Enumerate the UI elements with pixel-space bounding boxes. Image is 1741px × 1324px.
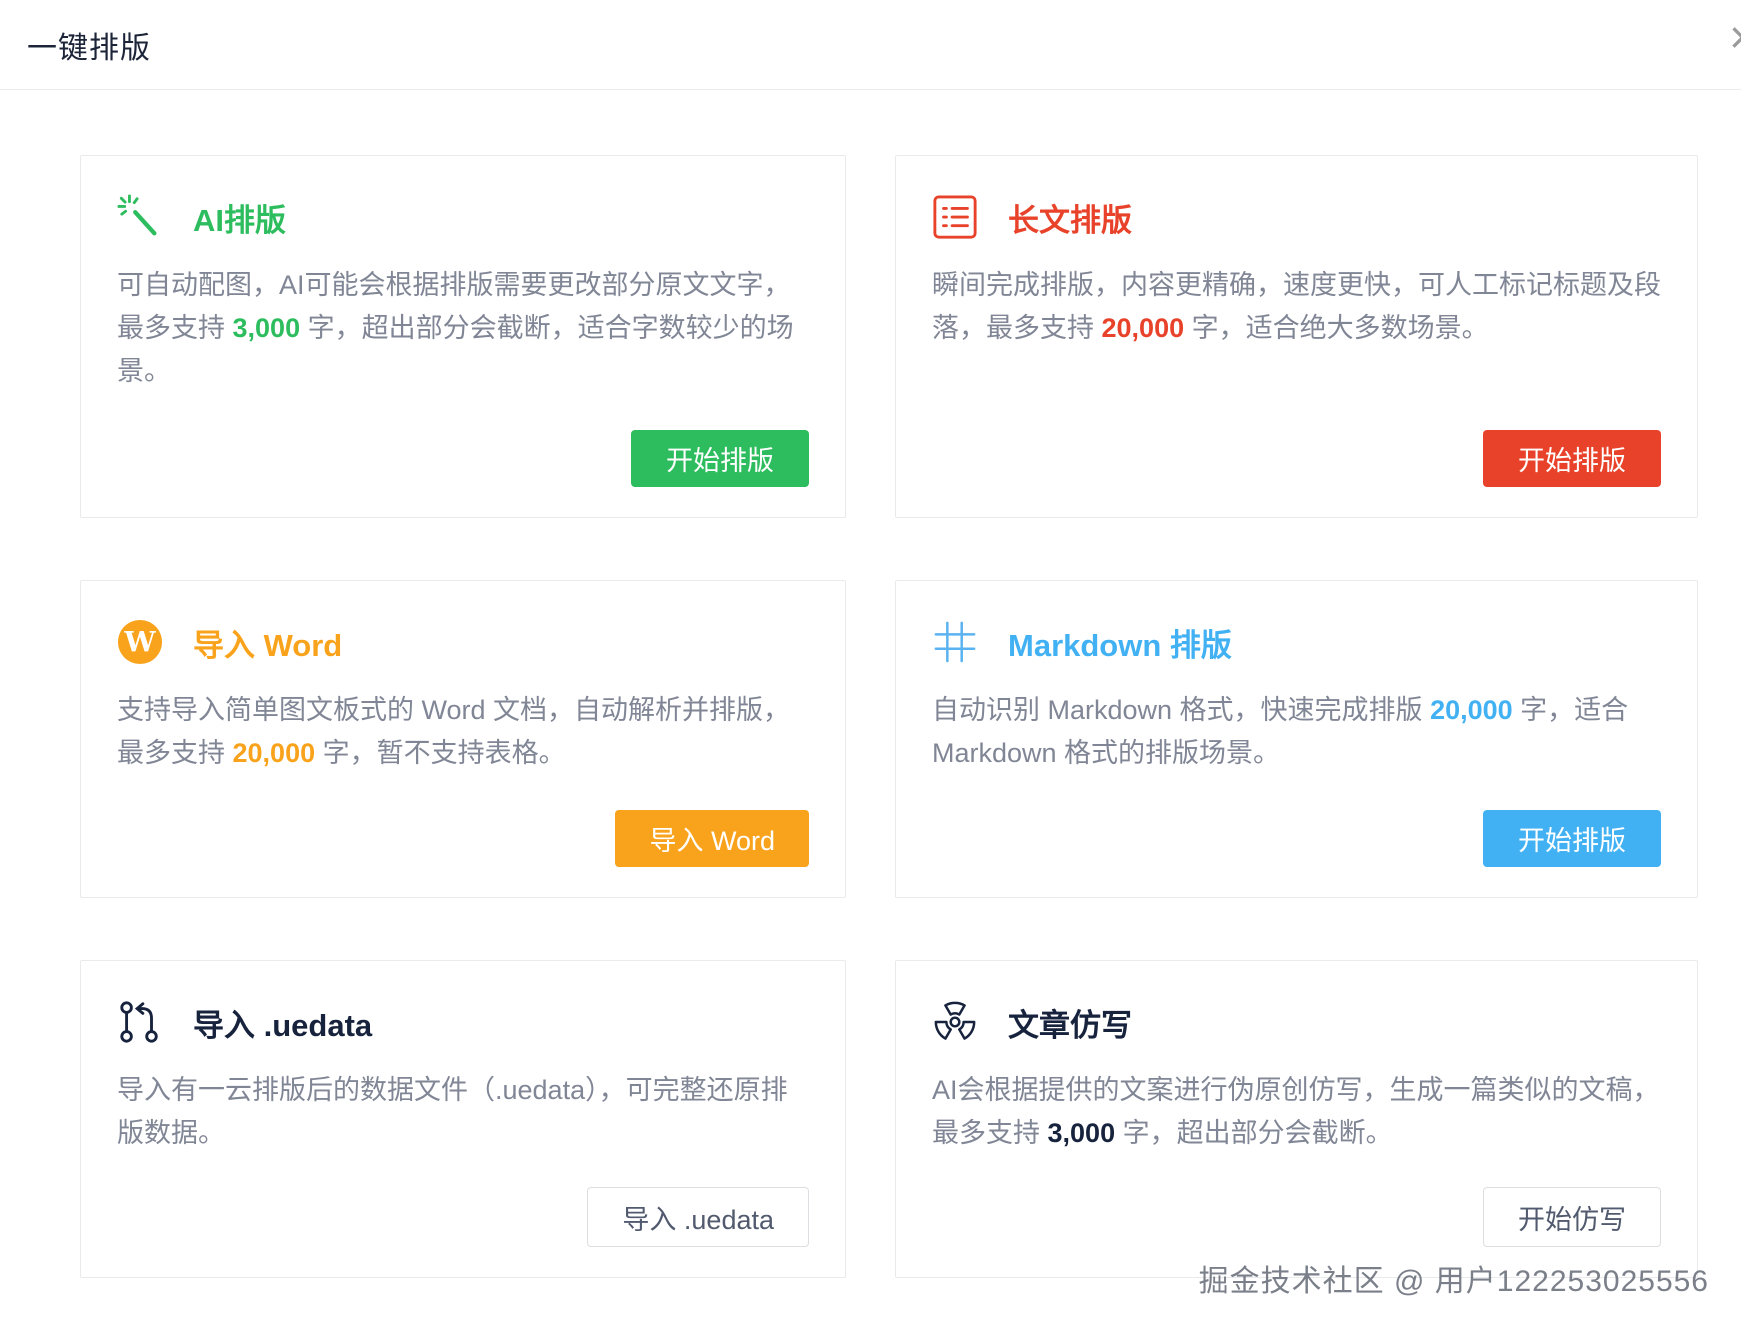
- start-markdown-layout-button[interactable]: 开始排版: [1483, 810, 1661, 867]
- card-actions: 导入 .uedata: [117, 1187, 809, 1247]
- card-import-uedata: 导入 .uedata 导入有一云排版后的数据文件（.uedata），可完整还原排…: [80, 960, 846, 1278]
- card-title: 长文排版: [1008, 202, 1132, 238]
- card-actions: 开始排版: [932, 810, 1661, 867]
- radiation-icon: [932, 999, 978, 1045]
- limit-number: 3,000: [1047, 1118, 1116, 1148]
- card-import-word: W 导入 Word 支持导入简单图文板式的 Word 文档，自动解析并排版，最多…: [80, 580, 846, 898]
- card-title: Markdown 排版: [1008, 627, 1232, 663]
- ordered-list-icon: [932, 194, 978, 240]
- card-title: AI排版: [193, 202, 286, 238]
- start-imitation-button[interactable]: 开始仿写: [1483, 1187, 1661, 1247]
- word-circle-icon: W: [117, 619, 163, 665]
- card-title: 文章仿写: [1008, 1007, 1132, 1043]
- card-actions: 开始排版: [117, 430, 809, 487]
- card-head: 导入 .uedata: [117, 999, 809, 1045]
- card-ai-layout: AI排版 可自动配图，AI可能会根据排版需要更改部分原文文字，最多支持 3,00…: [80, 155, 846, 518]
- limit-number: 20,000: [1430, 695, 1513, 725]
- card-title: 导入 .uedata: [193, 1007, 373, 1043]
- limit-number: 20,000: [1101, 313, 1185, 343]
- card-description: AI会根据提供的文案进行伪原创仿写，生成一篇类似的文稿，最多支持 3,000 字…: [932, 1075, 1660, 1148]
- git-branch-icon: [117, 999, 163, 1045]
- limit-number: 3,000: [232, 313, 301, 343]
- card-description: 自动识别 Markdown 格式，快速完成排版 20,000 字，适合 Mark…: [932, 695, 1629, 768]
- page-title: 一键排版: [27, 31, 151, 65]
- card-description: 导入有一云排版后的数据文件（.uedata），可完整还原排版数据。: [117, 1075, 788, 1148]
- svg-text:W: W: [123, 626, 156, 659]
- dialog-header: 一键排版 ×: [0, 0, 1741, 90]
- card-actions: 开始排版: [932, 430, 1661, 487]
- card-title: 导入 Word: [193, 627, 343, 663]
- card-grid: AI排版 可自动配图，AI可能会根据排版需要更改部分原文文字，最多支持 3,00…: [80, 155, 1698, 1278]
- one-click-layout-dialog: 一键排版 × AI: [0, 0, 1741, 1324]
- card-article-imitation: 文章仿写 AI会根据提供的文案进行伪原创仿写，生成一篇类似的文稿，最多支持 3,…: [895, 960, 1698, 1278]
- card-head: AI排版: [117, 194, 809, 240]
- card-actions: 导入 Word: [117, 810, 809, 867]
- card-long-text-layout: 长文排版 瞬间完成排版，内容更精确，速度更快，可人工标记标题及段落，最多支持 2…: [895, 155, 1698, 518]
- start-ai-layout-button[interactable]: 开始排版: [631, 430, 809, 487]
- import-word-button[interactable]: 导入 Word: [615, 810, 809, 867]
- card-head: Markdown 排版: [932, 619, 1661, 665]
- magic-wand-icon: [117, 194, 163, 240]
- card-description: 瞬间完成排版，内容更精确，速度更快，可人工标记标题及段落，最多支持 20,000…: [932, 270, 1661, 343]
- hash-grid-icon: [932, 619, 978, 665]
- card-head: 文章仿写: [932, 999, 1661, 1045]
- card-markdown-layout: Markdown 排版 自动识别 Markdown 格式，快速完成排版 20,0…: [895, 580, 1698, 898]
- import-uedata-button[interactable]: 导入 .uedata: [587, 1187, 809, 1247]
- close-icon[interactable]: ×: [1729, 14, 1741, 60]
- card-head: 长文排版: [932, 194, 1661, 240]
- card-description: 支持导入简单图文板式的 Word 文档，自动解析并排版，最多支持 20,000 …: [117, 695, 791, 768]
- card-actions: 开始仿写: [932, 1187, 1661, 1247]
- card-description: 可自动配图，AI可能会根据排版需要更改部分原文文字，最多支持 3,000 字，超…: [117, 270, 794, 386]
- limit-number: 20,000: [232, 738, 316, 768]
- card-head: W 导入 Word: [117, 619, 809, 665]
- start-long-text-layout-button[interactable]: 开始排版: [1483, 430, 1661, 487]
